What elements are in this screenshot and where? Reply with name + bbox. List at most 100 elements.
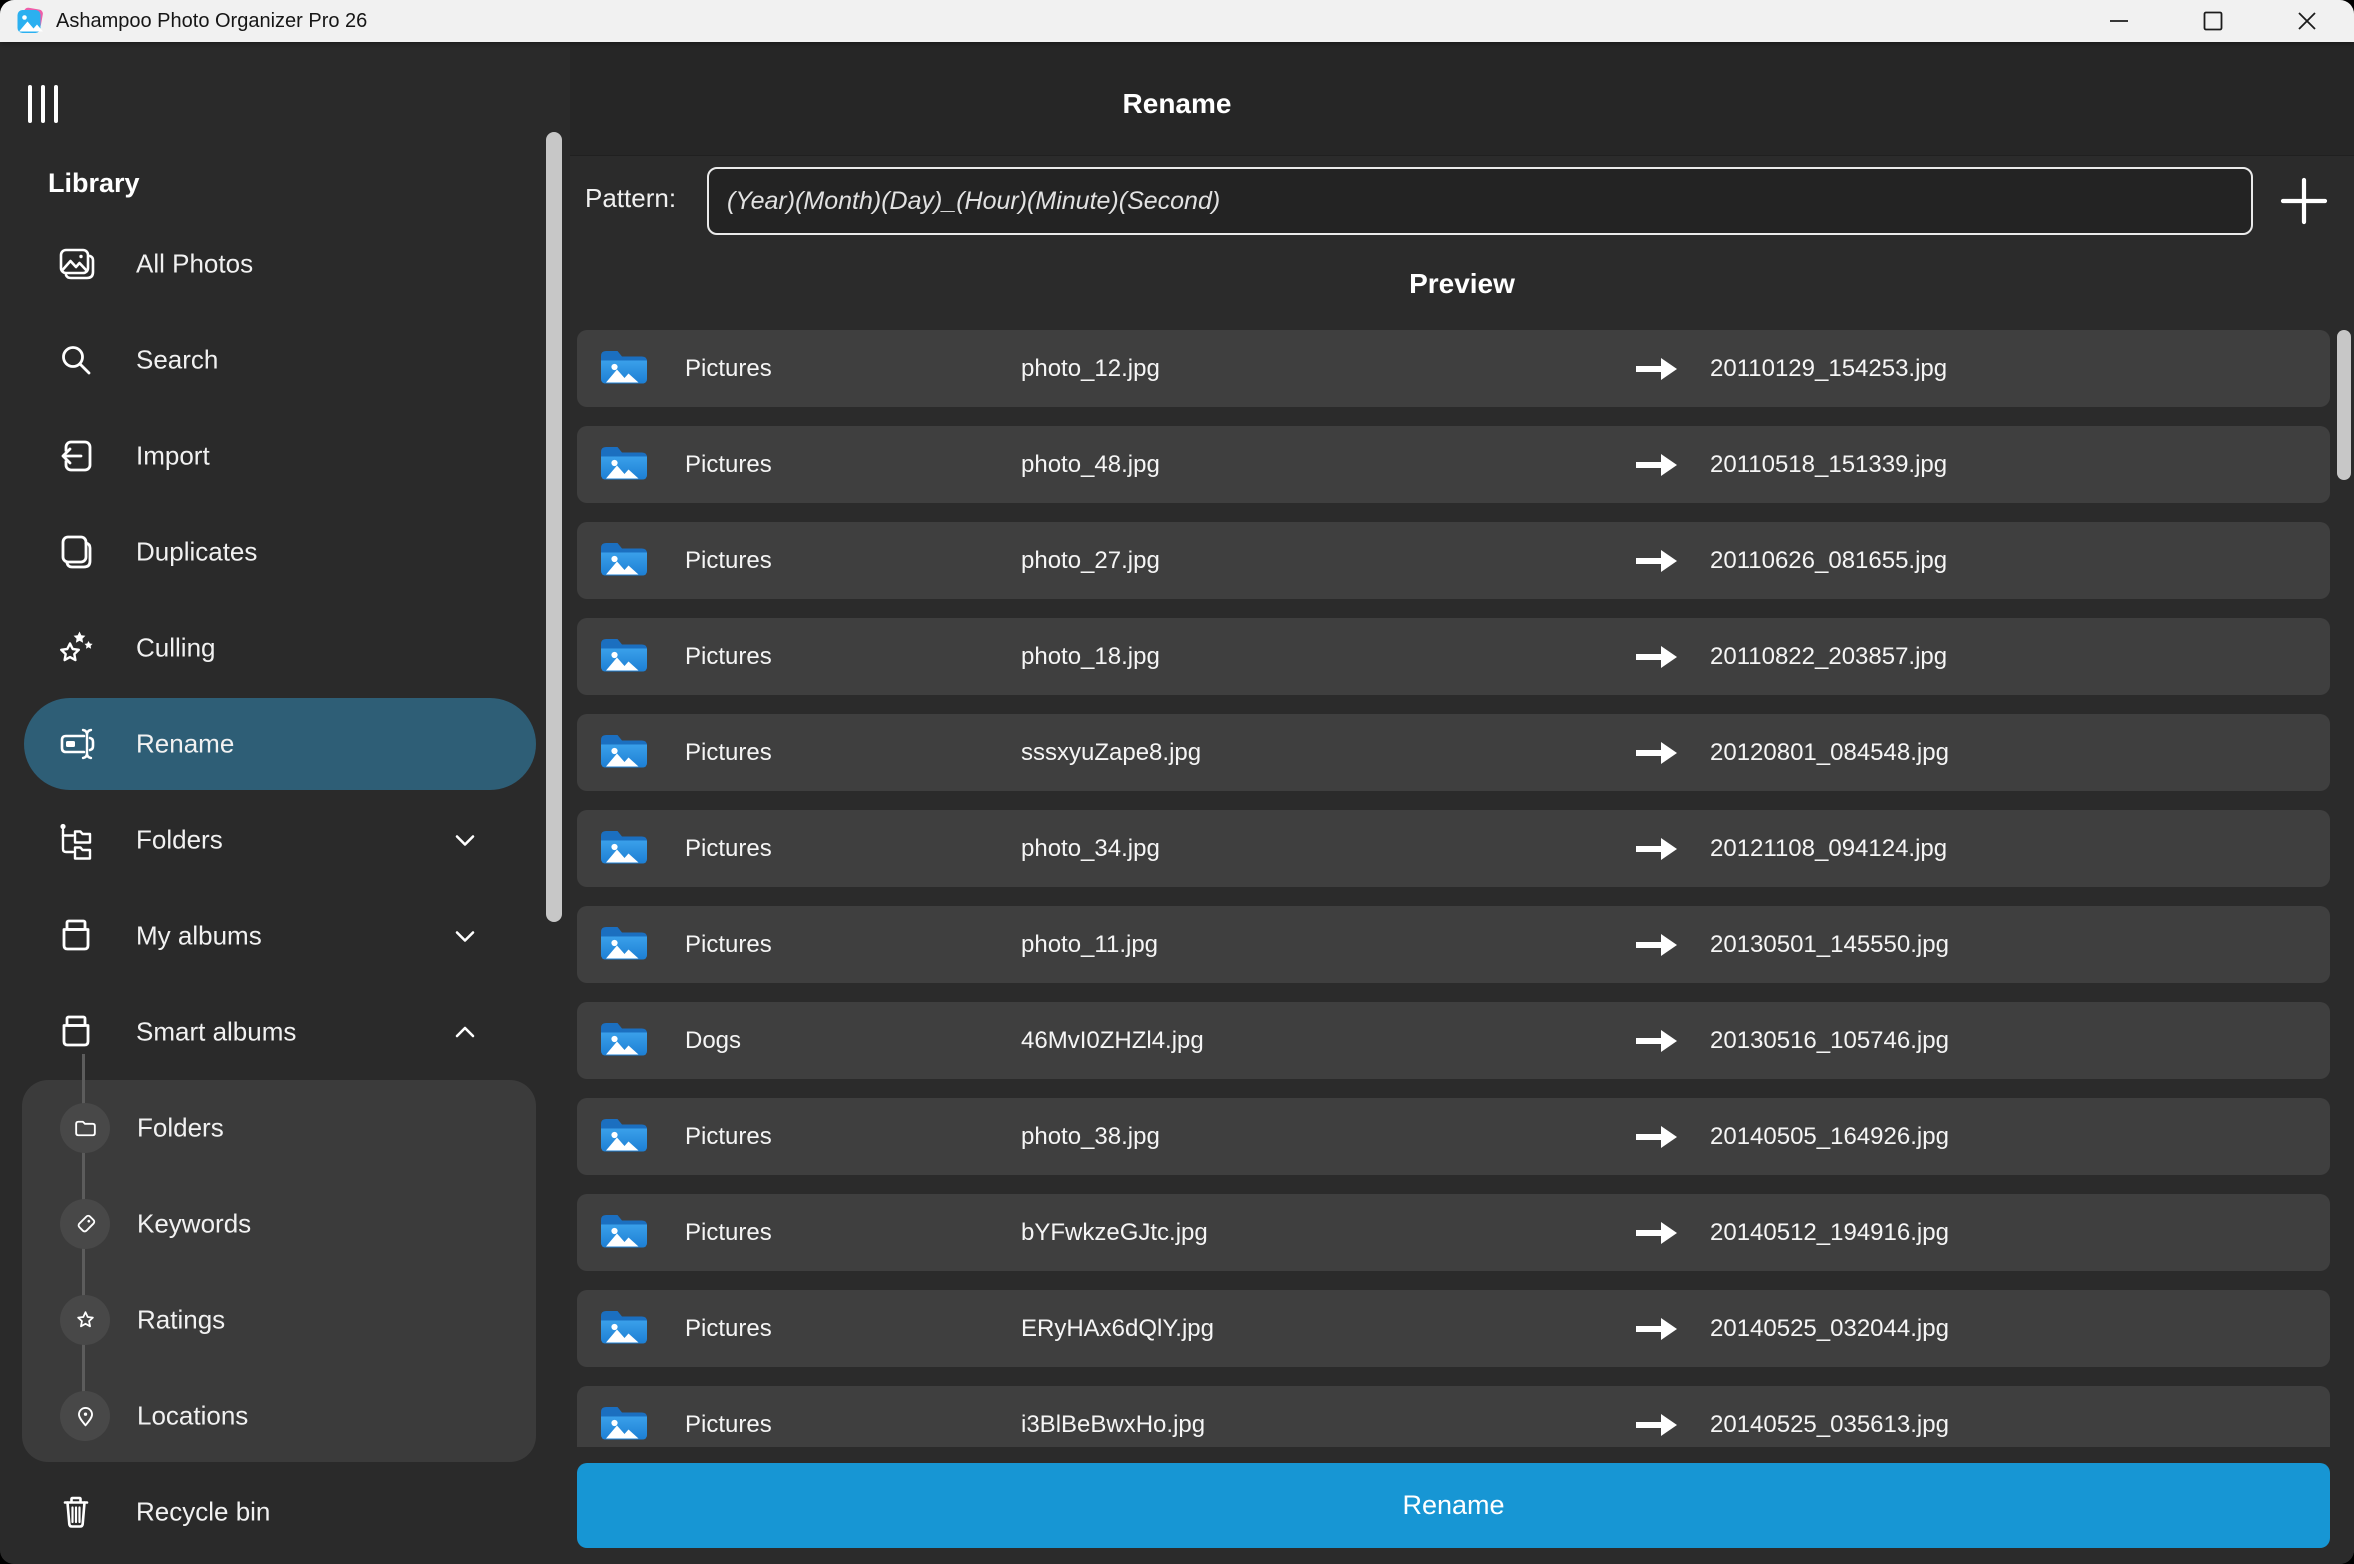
preview-row[interactable]: Picturesphoto_18.jpg 20110822_203857.jpg xyxy=(577,618,2330,695)
window-title: Ashampoo Photo Organizer Pro 26 xyxy=(56,10,367,33)
row-folder-name: Pictures xyxy=(685,426,772,503)
app-window: Ashampoo Photo Organizer Pro 26 Library … xyxy=(0,0,2354,1564)
sidebar-subitem-locations[interactable]: Locations xyxy=(22,1368,536,1462)
sidebar-item-rename[interactable]: Rename xyxy=(0,696,570,792)
sidebar-item-all-photos[interactable]: All Photos xyxy=(0,216,570,312)
row-original-name: photo_38.jpg xyxy=(1021,1098,1160,1175)
preview-row[interactable]: Pictures photo_48.jpg 20110518_151339.jpg xyxy=(577,426,2330,503)
arrow-right-icon xyxy=(1633,644,1679,670)
sidebar-subitem-folders[interactable]: Folders xyxy=(22,1080,536,1176)
arrow-right-icon xyxy=(1633,836,1679,862)
close-button[interactable] xyxy=(2260,0,2354,42)
preview-row[interactable]: PicturessssxyuZape8.jpg 20120801_084548.… xyxy=(577,714,2330,791)
photos-icon xyxy=(54,242,98,286)
row-folder-name: Pictures xyxy=(685,330,772,407)
preview-row[interactable]: Picturesphoto_12.jpg 20110129_154253.jpg xyxy=(577,330,2330,407)
hamburger-icon xyxy=(41,85,45,123)
arrow-right-icon xyxy=(1633,1316,1679,1342)
sidebar-item-culling[interactable]: Culling xyxy=(0,600,570,696)
row-renamed-name: 20140525_032044.jpg xyxy=(1710,1290,1949,1367)
rename-button-label: Rename xyxy=(1402,1490,1504,1521)
sidebar-item-my-albums[interactable]: My albums xyxy=(0,888,570,984)
duplicates-icon xyxy=(54,530,98,574)
preview-list: Picturesphoto_12.jpg 20110129_154253.jpg… xyxy=(577,330,2330,1447)
star-icon xyxy=(60,1295,110,1345)
row-renamed-name: 20110518_151339.jpg xyxy=(1710,426,1947,503)
row-renamed-name: 20121108_094124.jpg xyxy=(1710,810,1947,887)
sidebar-subitem-keywords[interactable]: Keywords xyxy=(22,1176,536,1272)
sidebar-subitem-label: Locations xyxy=(137,1401,248,1432)
row-renamed-name: 20120801_084548.jpg xyxy=(1710,714,1949,791)
row-folder-name: Pictures xyxy=(685,618,772,695)
pattern-input[interactable] xyxy=(707,167,2253,235)
trash-icon xyxy=(54,1490,98,1534)
row-original-name: photo_27.jpg xyxy=(1021,522,1160,599)
row-folder-name: Pictures xyxy=(685,810,772,887)
sidebar-item-label: My albums xyxy=(136,921,262,952)
sidebar-item-label: Folders xyxy=(136,825,223,856)
row-renamed-name: 20140505_164926.jpg xyxy=(1710,1098,1949,1175)
folder-icon xyxy=(598,1114,650,1158)
page-title: Rename xyxy=(570,88,1784,120)
chevron-down-icon[interactable] xyxy=(450,921,480,951)
culling-icon xyxy=(54,626,98,670)
minimize-icon xyxy=(2106,8,2132,34)
sidebar-item-folders[interactable]: Folders xyxy=(0,792,570,888)
sidebar-scrollbar[interactable] xyxy=(546,132,562,922)
folder-icon xyxy=(598,1306,650,1350)
arrow-right-icon xyxy=(1633,740,1679,766)
row-folder-name: Pictures xyxy=(685,906,772,983)
row-original-name: photo_48.jpg xyxy=(1021,426,1160,503)
chevron-up-icon[interactable] xyxy=(450,1017,480,1047)
folder-icon xyxy=(598,730,650,774)
sidebar-item-label: Rename xyxy=(136,729,234,760)
sidebar-item-import[interactable]: Import xyxy=(0,408,570,504)
menu-button[interactable] xyxy=(28,85,74,123)
chevron-down-icon[interactable] xyxy=(450,825,480,855)
add-pattern-button[interactable] xyxy=(2276,173,2332,229)
maximize-button[interactable] xyxy=(2166,0,2260,42)
hamburger-icon xyxy=(28,85,32,123)
library-section-label: Library xyxy=(48,168,140,199)
row-renamed-name: 20110626_081655.jpg xyxy=(1710,522,1947,599)
preview-row[interactable]: Dogs46MvI0ZHZl4.jpg 20130516_105746.jpg xyxy=(577,1002,2330,1079)
arrow-right-icon xyxy=(1633,1124,1679,1150)
folder-icon xyxy=(598,826,650,870)
row-renamed-name: 20140512_194916.jpg xyxy=(1710,1194,1949,1271)
sidebar-item-duplicates[interactable]: Duplicates xyxy=(0,504,570,600)
sidebar-item-search[interactable]: Search xyxy=(0,312,570,408)
tag-icon xyxy=(60,1199,110,1249)
preview-label: Preview xyxy=(570,268,2354,300)
maximize-icon xyxy=(2200,8,2226,34)
preview-list-scrollbar[interactable] xyxy=(2337,330,2351,480)
row-renamed-name: 20130516_105746.jpg xyxy=(1710,1002,1949,1079)
preview-row[interactable]: Picturesphoto_38.jpg 20140505_164926.jpg xyxy=(577,1098,2330,1175)
preview-row[interactable]: Picturesi3BlBeBwxHo.jpg 20140525_035613.… xyxy=(577,1386,2330,1447)
preview-row[interactable]: Pictures photo_34.jpg 20121108_094124.jpg xyxy=(577,810,2330,887)
sidebar-item-smart-albums[interactable]: Smart albums xyxy=(0,984,570,1080)
sidebar-item-label: All Photos xyxy=(136,249,253,280)
arrow-right-icon xyxy=(1633,932,1679,958)
row-renamed-name: 20130501_145550.jpg xyxy=(1710,906,1949,983)
row-renamed-name: 20110822_203857.jpg xyxy=(1710,618,1947,695)
row-original-name: bYFwkzeGJtc.jpg xyxy=(1021,1194,1208,1271)
minimize-button[interactable] xyxy=(2072,0,2166,42)
rename-button[interactable]: Rename xyxy=(577,1463,2330,1548)
row-folder-name: Pictures xyxy=(685,522,772,599)
arrow-right-icon xyxy=(1633,1220,1679,1246)
preview-row[interactable]: Pictures photo_27.jpg 20110626_081655.jpg xyxy=(577,522,2330,599)
preview-row[interactable]: PicturesbYFwkzeGJtc.jpg 20140512_194916.… xyxy=(577,1194,2330,1271)
preview-row[interactable]: PicturesERyHAx6dQlY.jpg 20140525_032044.… xyxy=(577,1290,2330,1367)
tree-connector-line xyxy=(82,1054,85,1080)
sidebar-subitem-ratings[interactable]: Ratings xyxy=(22,1272,536,1368)
sidebar-item-label: Culling xyxy=(136,633,216,664)
albums-icon xyxy=(54,914,98,958)
sidebar-item-label: Recycle bin xyxy=(136,1497,270,1528)
sidebar-item-label: Search xyxy=(136,345,218,376)
row-original-name: photo_34.jpg xyxy=(1021,810,1160,887)
preview-row[interactable]: Picturesphoto_11.jpg 20130501_145550.jpg xyxy=(577,906,2330,983)
row-folder-name: Pictures xyxy=(685,1290,772,1367)
row-original-name: sssxyuZape8.jpg xyxy=(1021,714,1201,791)
folder-icon xyxy=(598,538,650,582)
sidebar-item-recycle-bin[interactable]: Recycle bin xyxy=(0,1464,570,1560)
